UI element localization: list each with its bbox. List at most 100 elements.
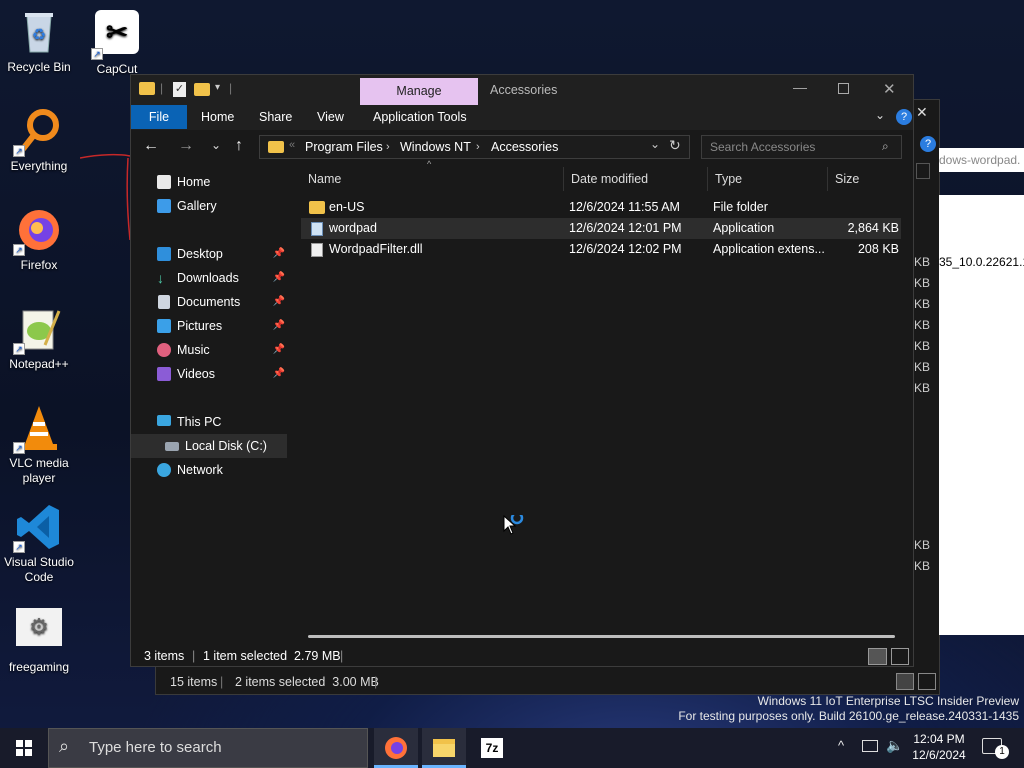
new-folder-icon[interactable] xyxy=(194,83,210,96)
nav-item-network[interactable]: Network xyxy=(131,458,287,482)
customize-quick-access-icon[interactable]: ▾ xyxy=(215,82,220,93)
desktop-icon-vlc[interactable]: ↗ VLC media player xyxy=(0,404,78,486)
back-status-count: 15 items xyxy=(170,675,218,689)
notification-icon[interactable]: 1 xyxy=(982,738,1009,759)
back-status-selected: 2 items selected 3.00 MB xyxy=(235,675,379,689)
taskbar: ⌕ Type here to search 7z ^ 🔈 12:04 PM 12… xyxy=(0,728,1024,768)
back-close-icon[interactable]: ✕ xyxy=(916,104,932,120)
properties-icon[interactable]: ✓ xyxy=(173,82,186,97)
volume-muted-icon[interactable]: 🔈 xyxy=(886,737,903,754)
close-icon[interactable]: ✕ xyxy=(883,80,896,98)
back-help-icon[interactable]: ? xyxy=(920,136,936,152)
tab-application-tools[interactable]: Application Tools xyxy=(373,105,467,129)
search-box[interactable]: Search Accessories ⌕ xyxy=(701,135,902,159)
tab-view[interactable]: View xyxy=(317,105,344,129)
pictures-icon xyxy=(157,319,171,333)
pin-icon: 📌 xyxy=(272,368,285,379)
clock[interactable]: 12:04 PM 12/6/2024 xyxy=(906,731,972,763)
file-row[interactable]: WordpadFilter.dll 12/6/2024 12:02 PM App… xyxy=(301,239,901,260)
maximize-icon[interactable] xyxy=(838,83,849,94)
manage-context-tab[interactable]: Manage xyxy=(360,78,478,105)
nav-item-desktop[interactable]: Desktop 📌 xyxy=(131,242,287,266)
file-row[interactable]: en-US 12/6/2024 11:55 AM File folder xyxy=(301,197,901,218)
help-icon[interactable]: ? xyxy=(896,109,912,125)
back-address-fragment: dows-wordpad. xyxy=(939,148,1024,172)
minimize-icon[interactable]: — xyxy=(793,79,807,95)
nav-item-downloads[interactable]: ↓ Downloads 📌 xyxy=(131,266,287,290)
file-name: en-US xyxy=(329,200,365,214)
pin-icon: 📌 xyxy=(272,344,285,355)
address-dropdown-icon[interactable]: ⌄ xyxy=(650,137,660,151)
nav-label: Local Disk (C:) xyxy=(185,439,267,453)
forward-arrow-icon[interactable]: → xyxy=(178,137,194,155)
address-folder-icon xyxy=(268,141,284,153)
column-date-modified[interactable]: Date modified xyxy=(563,167,707,191)
start-button[interactable] xyxy=(0,728,48,768)
file-date: 12/6/2024 12:02 PM xyxy=(569,242,682,256)
address-bar[interactable]: « Program Files › Windows NT › Accessori… xyxy=(259,135,690,159)
file-size: 208 KB xyxy=(857,242,899,256)
refresh-icon[interactable]: ↻ xyxy=(669,137,681,154)
desktop-icon xyxy=(157,247,171,261)
recent-locations-icon[interactable]: ⌄ xyxy=(211,138,221,152)
file-row-selected[interactable]: wordpad 12/6/2024 12:01 PM Application 2… xyxy=(301,218,901,239)
folder-icon xyxy=(309,201,325,214)
vscode-icon: ↗ xyxy=(13,503,63,553)
network-icon xyxy=(157,463,171,477)
nav-item-videos[interactable]: Videos 📌 xyxy=(131,362,287,386)
back-arrow-icon[interactable]: ← xyxy=(143,137,159,155)
horizontal-scrollbar[interactable] xyxy=(308,635,895,638)
search-icon[interactable]: ⌕ xyxy=(882,139,889,154)
column-size[interactable]: Size xyxy=(827,167,905,191)
back-status-bar: 15 items | 2 items selected 3.00 MB | xyxy=(156,670,941,694)
show-hidden-icons-chevron-icon[interactable]: ^ xyxy=(838,738,844,753)
desktop-icon-freegaming[interactable]: ⚙ freegaming xyxy=(0,604,78,675)
nav-item-local-disk[interactable]: Local Disk (C:) xyxy=(131,434,287,458)
details-view-icon[interactable] xyxy=(896,673,914,690)
column-type[interactable]: Type xyxy=(707,167,827,191)
breadcrumb-program-files[interactable]: Program Files xyxy=(305,136,383,158)
download-arrow-icon: ↓ xyxy=(157,270,164,286)
size-fragment: KB xyxy=(914,276,931,290)
notification-badge: 1 xyxy=(995,745,1009,759)
taskbar-search[interactable]: ⌕ Type here to search xyxy=(48,728,368,768)
navigation-bar: ← → ⌄ ↑ « Program Files › Windows NT › A… xyxy=(131,133,913,163)
network-status-icon[interactable] xyxy=(862,740,878,752)
nav-label: Music xyxy=(177,343,210,357)
desktop-icon-everything[interactable]: ↗ Everything xyxy=(0,107,78,174)
nav-item-music[interactable]: Music 📌 xyxy=(131,338,287,362)
desktop-icon-notepadpp[interactable]: ↗ Notepad++ xyxy=(0,305,78,372)
breadcrumb-separator-icon: › xyxy=(476,141,480,153)
file-date: 12/6/2024 12:01 PM xyxy=(569,221,682,235)
taskbar-app-7zip[interactable]: 7z xyxy=(470,728,514,768)
breadcrumb-accessories[interactable]: Accessories xyxy=(491,136,558,158)
taskbar-app-file-explorer[interactable] xyxy=(422,728,466,768)
desktop-icon-recycle-bin[interactable]: ♻ Recycle Bin xyxy=(0,8,78,75)
tab-home[interactable]: Home xyxy=(201,105,234,129)
taskbar-app-firefox[interactable] xyxy=(374,728,418,768)
nav-item-this-pc[interactable]: This PC xyxy=(131,410,287,434)
expand-ribbon-icon[interactable]: ⌄ xyxy=(875,108,885,122)
details-view-icon[interactable] xyxy=(868,648,887,665)
explorer-window[interactable]: | ✓ ▾ | Manage Accessories — ✕ File Home… xyxy=(130,74,914,667)
desktop-icon-vscode[interactable]: ↗ Visual Studio Code xyxy=(0,503,78,585)
pin-icon: 📌 xyxy=(272,248,285,259)
nav-item-documents[interactable]: Documents 📌 xyxy=(131,290,287,314)
nav-item-pictures[interactable]: Pictures 📌 xyxy=(131,314,287,338)
music-icon xyxy=(157,343,171,357)
file-type: File folder xyxy=(713,200,768,214)
tab-file[interactable]: File xyxy=(131,105,187,129)
nav-item-gallery[interactable]: Gallery xyxy=(131,194,287,218)
up-arrow-icon[interactable]: ↑ xyxy=(235,137,243,155)
desktop-icon-firefox[interactable]: ↗ Firefox xyxy=(0,206,78,273)
tab-share[interactable]: Share xyxy=(259,105,292,129)
nav-item-home[interactable]: Home xyxy=(131,170,287,194)
breadcrumb-windows-nt[interactable]: Windows NT xyxy=(400,136,471,158)
title-bar[interactable]: | ✓ ▾ | Manage Accessories — ✕ xyxy=(131,75,913,105)
large-icons-view-icon[interactable] xyxy=(891,648,909,665)
column-name[interactable]: Name xyxy=(301,167,563,191)
large-icons-view-icon[interactable] xyxy=(918,673,936,690)
clock-time: 12:04 PM xyxy=(913,732,965,746)
size-fragment: KB xyxy=(914,297,931,311)
desktop-icon-capcut[interactable]: ✂ ↗ CapCut xyxy=(78,8,156,77)
